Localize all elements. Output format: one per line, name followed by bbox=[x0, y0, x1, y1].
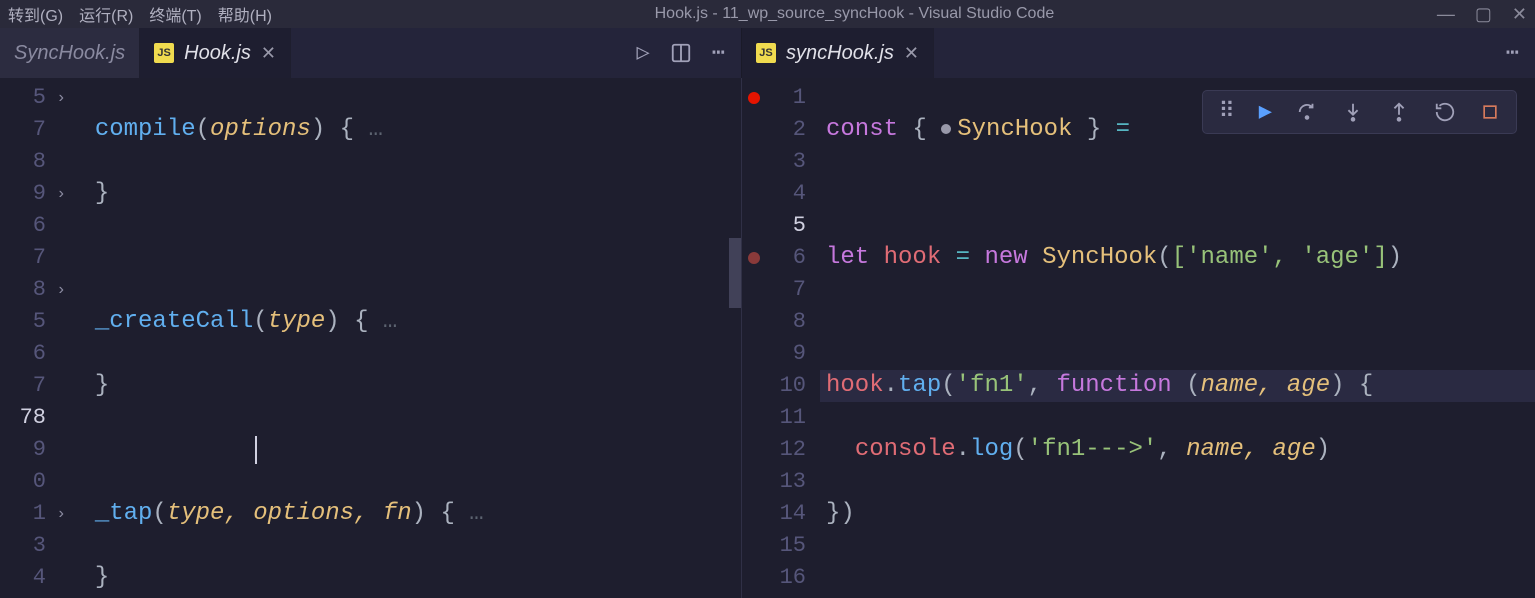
close-icon[interactable]: ✕ bbox=[1512, 4, 1527, 25]
line-number[interactable]: 7 bbox=[742, 274, 820, 306]
menubar: 转到(G) 运行(R) 终端(T) 帮助(H) bbox=[8, 2, 272, 26]
code-area-right[interactable]: const { SyncHook } = let hook = new Sync… bbox=[820, 78, 1535, 598]
tabbar-row: SyncHook.js JS Hook.js ✕ ▷ ⋯ JS syncHook… bbox=[0, 28, 1535, 78]
maximize-icon[interactable]: ▢ bbox=[1475, 4, 1492, 25]
line-number[interactable]: 13 bbox=[742, 466, 820, 498]
breakpoint-icon[interactable] bbox=[748, 252, 760, 264]
menu-terminal[interactable]: 终端(T) bbox=[149, 2, 201, 26]
code-area-left[interactable]: compile(options) { … } _createCall(type)… bbox=[60, 78, 741, 598]
menu-run[interactable]: 运行(R) bbox=[79, 2, 133, 26]
editor-pane-right: 1 2 3 4 5 6 7 8 9 10 11 12 13 14 15 16 c… bbox=[742, 78, 1535, 598]
line-number[interactable]: 5 bbox=[0, 306, 60, 338]
stop-icon[interactable] bbox=[1480, 102, 1500, 122]
line-number[interactable]: 3 bbox=[0, 530, 60, 562]
menu-help[interactable]: 帮助(H) bbox=[218, 2, 272, 26]
line-number[interactable]: 4 bbox=[0, 562, 60, 594]
tab-close-icon[interactable]: ✕ bbox=[261, 43, 276, 64]
window-controls: ― ▢ ✕ bbox=[1437, 4, 1527, 25]
tab-synchook[interactable]: SyncHook.js bbox=[0, 28, 140, 78]
tab-label: SyncHook.js bbox=[14, 42, 125, 65]
more-icon[interactable]: ⋯ bbox=[712, 40, 725, 66]
more-icon[interactable]: ⋯ bbox=[1506, 40, 1519, 66]
gutter-left: 5› 7 8 9› 6 7 8› 5 6 7 78 9 0 1› 3 4 5 bbox=[0, 78, 60, 598]
line-number[interactable]: 1› bbox=[0, 498, 60, 530]
line-number[interactable]: 16 bbox=[742, 562, 820, 594]
line-number[interactable]: 8 bbox=[742, 306, 820, 338]
restart-icon[interactable] bbox=[1434, 101, 1456, 123]
line-number[interactable]: 14 bbox=[742, 498, 820, 530]
js-file-icon: JS bbox=[756, 43, 776, 63]
editor-actions-left: ▷ ⋯ bbox=[621, 28, 742, 78]
minimize-icon[interactable]: ― bbox=[1437, 4, 1455, 25]
line-number[interactable]: 15 bbox=[742, 530, 820, 562]
continue-icon[interactable]: ▶ bbox=[1259, 99, 1272, 125]
line-number[interactable]: 6 bbox=[742, 242, 820, 274]
text-cursor bbox=[255, 436, 257, 464]
line-number[interactable]: 78 bbox=[0, 402, 60, 434]
tab-close-icon[interactable]: ✕ bbox=[904, 43, 919, 64]
drag-handle-icon[interactable]: ⠿ bbox=[1219, 99, 1235, 125]
js-file-icon: JS bbox=[154, 43, 174, 63]
line-number[interactable]: 5› bbox=[0, 82, 60, 114]
line-number[interactable]: 4 bbox=[742, 178, 820, 210]
line-number[interactable]: 0 bbox=[0, 466, 60, 498]
line-number[interactable]: 9› bbox=[0, 178, 60, 210]
line-number[interactable]: 9 bbox=[742, 338, 820, 370]
line-number[interactable]: 3 bbox=[742, 146, 820, 178]
menu-goto[interactable]: 转到(G) bbox=[8, 2, 63, 26]
line-number[interactable]: 11 bbox=[742, 402, 820, 434]
breakpoint-icon[interactable] bbox=[748, 92, 760, 104]
step-into-icon[interactable] bbox=[1342, 101, 1364, 123]
line-number[interactable]: 5 bbox=[0, 594, 60, 598]
line-number[interactable]: 6 bbox=[0, 210, 60, 242]
split-icon[interactable] bbox=[670, 42, 692, 64]
editor-pane-left: 5› 7 8 9› 6 7 8› 5 6 7 78 9 0 1› 3 4 5 c… bbox=[0, 78, 742, 598]
line-number[interactable]: 7 bbox=[0, 114, 60, 146]
titlebar: 转到(G) 运行(R) 终端(T) 帮助(H) Hook.js - 11_wp_… bbox=[0, 0, 1535, 28]
line-number[interactable]: 7 bbox=[0, 242, 60, 274]
line-number[interactable]: 8 bbox=[0, 146, 60, 178]
line-number[interactable]: 1 bbox=[742, 82, 820, 114]
line-number[interactable]: 9 bbox=[0, 434, 60, 466]
step-over-icon[interactable] bbox=[1296, 101, 1318, 123]
line-number[interactable]: 7 bbox=[0, 370, 60, 402]
tab-label: syncHook.js bbox=[786, 42, 894, 65]
debug-toolbar[interactable]: ⠿ ▶ bbox=[1202, 90, 1517, 134]
line-number[interactable]: 6 bbox=[0, 338, 60, 370]
line-number[interactable]: 5 bbox=[742, 210, 820, 242]
window-title: Hook.js - 11_wp_source_syncHook - Visual… bbox=[272, 5, 1437, 23]
step-out-icon[interactable] bbox=[1388, 101, 1410, 123]
editor-split: 5› 7 8 9› 6 7 8› 5 6 7 78 9 0 1› 3 4 5 c… bbox=[0, 78, 1535, 598]
tab-hook[interactable]: JS Hook.js ✕ bbox=[140, 28, 291, 78]
line-number[interactable]: 2 bbox=[742, 114, 820, 146]
editor-actions-right: ⋯ bbox=[1490, 28, 1535, 78]
scrollbar-thumb[interactable] bbox=[729, 238, 741, 308]
line-number[interactable]: 8› bbox=[0, 274, 60, 306]
tab-label: Hook.js bbox=[184, 42, 251, 65]
run-icon[interactable]: ▷ bbox=[637, 40, 650, 66]
gutter-right: 1 2 3 4 5 6 7 8 9 10 11 12 13 14 15 16 bbox=[742, 78, 820, 598]
line-number[interactable]: 12 bbox=[742, 434, 820, 466]
line-number[interactable]: 10 bbox=[742, 370, 820, 402]
tabbar-left: SyncHook.js JS Hook.js ✕ ▷ ⋯ bbox=[0, 28, 742, 78]
tabbar-right: JS syncHook.js ✕ ⋯ bbox=[742, 28, 1535, 78]
tab-synchook-right[interactable]: JS syncHook.js ✕ bbox=[742, 28, 934, 78]
